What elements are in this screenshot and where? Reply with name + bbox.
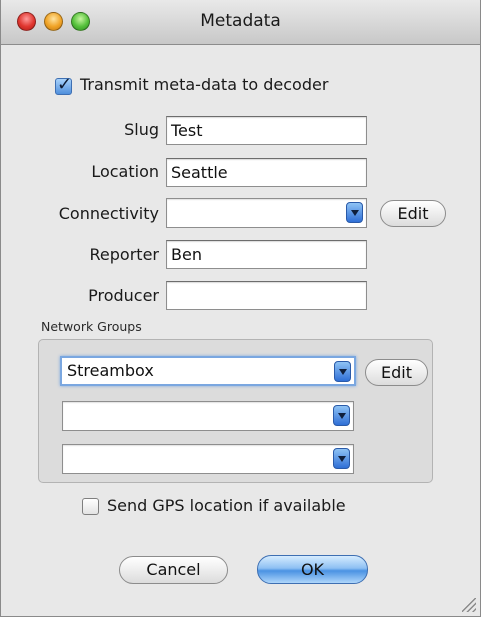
network-group-select-3[interactable] (62, 444, 354, 474)
transmit-checkbox[interactable]: ✓ (55, 74, 72, 95)
ok-button[interactable]: OK (257, 555, 368, 584)
location-label: Location (91, 162, 159, 181)
dropdown-arrow-icon[interactable] (333, 448, 350, 469)
network-group-select-2[interactable] (62, 401, 354, 431)
gps-label: Send GPS location if available (107, 496, 346, 515)
dropdown-arrow-icon[interactable] (334, 361, 351, 382)
producer-field[interactable] (166, 281, 367, 310)
slug-field[interactable]: Test (166, 116, 367, 145)
reporter-label: Reporter (89, 245, 159, 264)
gps-checkbox[interactable] (82, 498, 99, 515)
slug-label: Slug (124, 120, 159, 139)
transmit-label: Transmit meta-data to decoder (80, 75, 329, 94)
location-field[interactable]: Seattle (166, 158, 367, 187)
window-title: Metadata (200, 11, 281, 31)
metadata-window: Metadata ✓ Transmit meta-data to decoder… (0, 0, 481, 617)
network-groups-box: Streambox Edit (38, 339, 433, 483)
connectivity-select[interactable] (166, 198, 367, 228)
network-group-select-1[interactable]: Streambox (60, 356, 356, 386)
network-group-value-1: Streambox (67, 361, 154, 380)
network-groups-title: Network Groups (41, 319, 142, 334)
dropdown-arrow-icon[interactable] (346, 202, 363, 223)
network-groups-edit-button[interactable]: Edit (365, 359, 428, 386)
producer-label: Producer (88, 286, 159, 305)
title-bar[interactable]: Metadata (1, 0, 480, 45)
resize-grip-icon[interactable] (462, 598, 476, 612)
cancel-button[interactable]: Cancel (119, 556, 228, 584)
dropdown-arrow-icon[interactable] (333, 405, 350, 426)
reporter-field[interactable]: Ben (166, 240, 367, 269)
connectivity-label: Connectivity (58, 204, 159, 223)
connectivity-edit-button[interactable]: Edit (380, 200, 446, 227)
checkmark-icon: ✓ (57, 74, 73, 95)
